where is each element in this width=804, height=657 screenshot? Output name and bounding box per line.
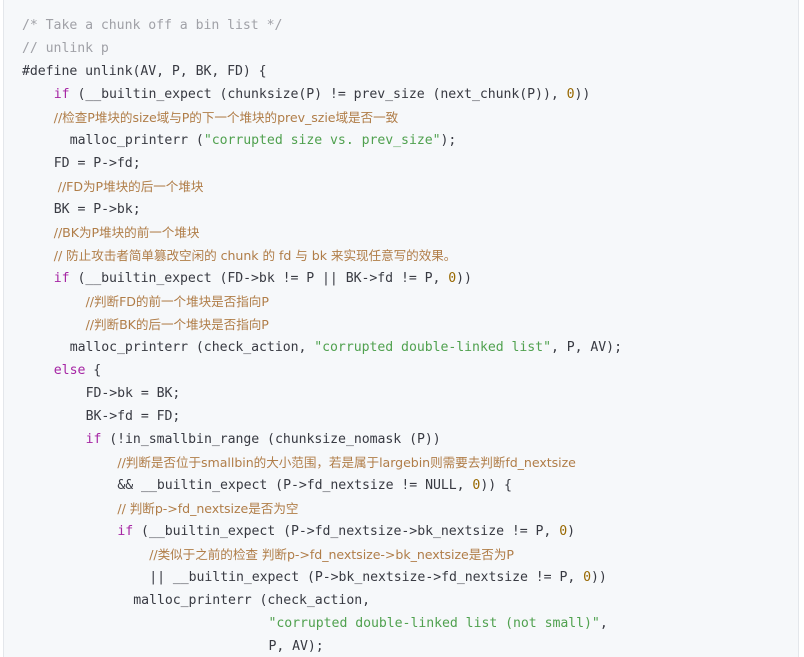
code-token-zh: //FD为P堆块的后一个堆块	[53, 179, 204, 194]
code-token-plain: FD = P->fd;	[53, 156, 141, 171]
code-token-zh: // 判断p->fd_nextsize是否为空	[117, 501, 299, 516]
code-block: /* Take a chunk off a bin list */ // unli…	[3, 0, 799, 657]
code-line: //判断BK的后一个堆块是否指向P	[86, 313, 269, 336]
code-token-zh: //判断FD的前一个堆块是否指向P	[85, 294, 269, 309]
code-line: BK = P->bk;	[54, 198, 141, 221]
code-token-plain: malloc_printerr (	[69, 133, 204, 148]
code-line: // unlink p	[22, 37, 109, 60]
code-line: //判断FD的前一个堆块是否指向P	[86, 290, 269, 313]
code-token-plain: || __builtin_expect (P->bk_nextsize->fd_…	[149, 570, 584, 585]
code-token-comment: // unlink p	[22, 41, 109, 56]
code-token-zh: // 防止攻击者简单篡改空闲的 chunk 的 fd 与 bk 来实现任意写的效…	[53, 248, 457, 263]
code-line: malloc_printerr (check_action, "corrupte…	[70, 336, 622, 359]
code-token-plain: ))	[591, 570, 607, 585]
code-token-kw: if	[53, 271, 70, 286]
code-token-pre: #define unlink(AV, P, BK, FD) {	[22, 64, 267, 79]
code-token-plain: FD->bk = BK;	[85, 386, 181, 401]
code-line: //类似于之前的检查 判断p->fd_nextsize->bk_nextsize…	[149, 543, 514, 566]
code-line: #define unlink(AV, P, BK, FD) {	[22, 60, 267, 83]
code-token-plain: {	[85, 363, 102, 378]
code-token-plain: )	[567, 524, 575, 539]
code-token-comment: /* Take a chunk off a bin list */	[22, 18, 283, 33]
code-token-plain: (__builtin_expect (chunksize(P) != prev_…	[69, 87, 567, 102]
code-line: // 防止攻击者简单篡改空闲的 chunk 的 fd 与 bk 来实现任意写的效…	[54, 244, 457, 267]
code-token-plain: (__builtin_expect (P->fd_nextsize->bk_ne…	[133, 524, 560, 539]
code-token-plain: ,	[599, 616, 608, 631]
code-line: if (!in_smallbin_range (chunksize_nomask…	[86, 428, 441, 451]
code-line: /* Take a chunk off a bin list */	[22, 14, 282, 37]
code-token-plain: )) {	[480, 478, 512, 493]
code-token-kw: if	[53, 87, 70, 102]
code-token-plain: );	[440, 133, 457, 148]
code-token-plain: , P, AV);	[550, 340, 622, 355]
code-line: if (__builtin_expect (P->fd_nextsize->bk…	[117, 520, 575, 543]
code-line: "corrupted double-linked list (not small…	[268, 612, 607, 635]
code-line: BK->fd = FD;	[86, 405, 181, 428]
code-line: malloc_printerr (check_action,	[133, 589, 370, 612]
code-line: P, AV);	[268, 635, 323, 657]
code-token-num: 0	[583, 570, 592, 585]
code-token-zh: //类似于之前的检查 判断p->fd_nextsize->bk_nextsize…	[149, 547, 514, 562]
code-line: //检查P堆块的size域与P的下一个堆块的prev_szie域是否一致	[54, 106, 398, 129]
code-token-num: 0	[566, 87, 575, 102]
code-token-plain: ))	[456, 271, 472, 286]
code-token-num: 0	[448, 271, 457, 286]
code-token-kw: if	[85, 432, 102, 447]
code-token-plain: BK->fd = FD;	[85, 409, 181, 424]
code-token-plain: malloc_printerr (check_action,	[69, 340, 315, 355]
code-token-num: 0	[559, 524, 568, 539]
code-token-str: "corrupted double-linked list"	[314, 340, 551, 355]
code-line: // 判断p->fd_nextsize是否为空	[117, 497, 298, 520]
code-token-plain: && __builtin_expect (P->fd_nextsize != N…	[117, 478, 473, 493]
code-line: || __builtin_expect (P->bk_nextsize->fd_…	[149, 566, 607, 589]
code-line: malloc_printerr ("corrupted size vs. pre…	[70, 129, 457, 152]
code-token-zh: //判断BK的后一个堆块是否指向P	[85, 317, 269, 332]
code-token-plain: P, AV);	[268, 639, 324, 654]
code-line: if (__builtin_expect (FD->bk != P || BK-…	[54, 267, 472, 290]
code-token-plain: (!in_smallbin_range (chunksize_nomask (P…	[101, 432, 441, 447]
code-line: //BK为P堆块的前一个堆块	[54, 221, 200, 244]
code-line: else {	[54, 359, 101, 382]
code-token-plain: ))	[574, 87, 591, 102]
code-token-zh: //判断是否位于smallbin的大小范围，若是属于largebin则需要去判断…	[117, 455, 576, 470]
code-line: FD->bk = BK;	[86, 382, 181, 405]
code-line: //判断是否位于smallbin的大小范围，若是属于largebin则需要去判断…	[117, 451, 576, 474]
code-line: if (__builtin_expect (chunksize(P) != pr…	[54, 83, 591, 106]
code-token-str: "corrupted double-linked list (not small…	[268, 616, 600, 631]
code-line: && __builtin_expect (P->fd_nextsize != N…	[117, 474, 512, 497]
code-token-zh: //检查P堆块的size域与P的下一个堆块的prev_szie域是否一致	[53, 110, 399, 125]
code-token-str: "corrupted size vs. prev_size"	[203, 133, 441, 148]
code-token-plain: BK = P->bk;	[53, 202, 141, 217]
code-token-plain: (__builtin_expect (FD->bk != P || BK->fd…	[69, 271, 449, 286]
code-line: //FD为P堆块的后一个堆块	[54, 175, 204, 198]
code-token-kw: if	[117, 524, 134, 539]
code-token-zh: //BK为P堆块的前一个堆块	[53, 225, 200, 240]
code-token-kw: else	[53, 363, 86, 378]
code-token-plain: malloc_printerr (check_action,	[133, 593, 370, 608]
code-line: FD = P->fd;	[54, 152, 141, 175]
